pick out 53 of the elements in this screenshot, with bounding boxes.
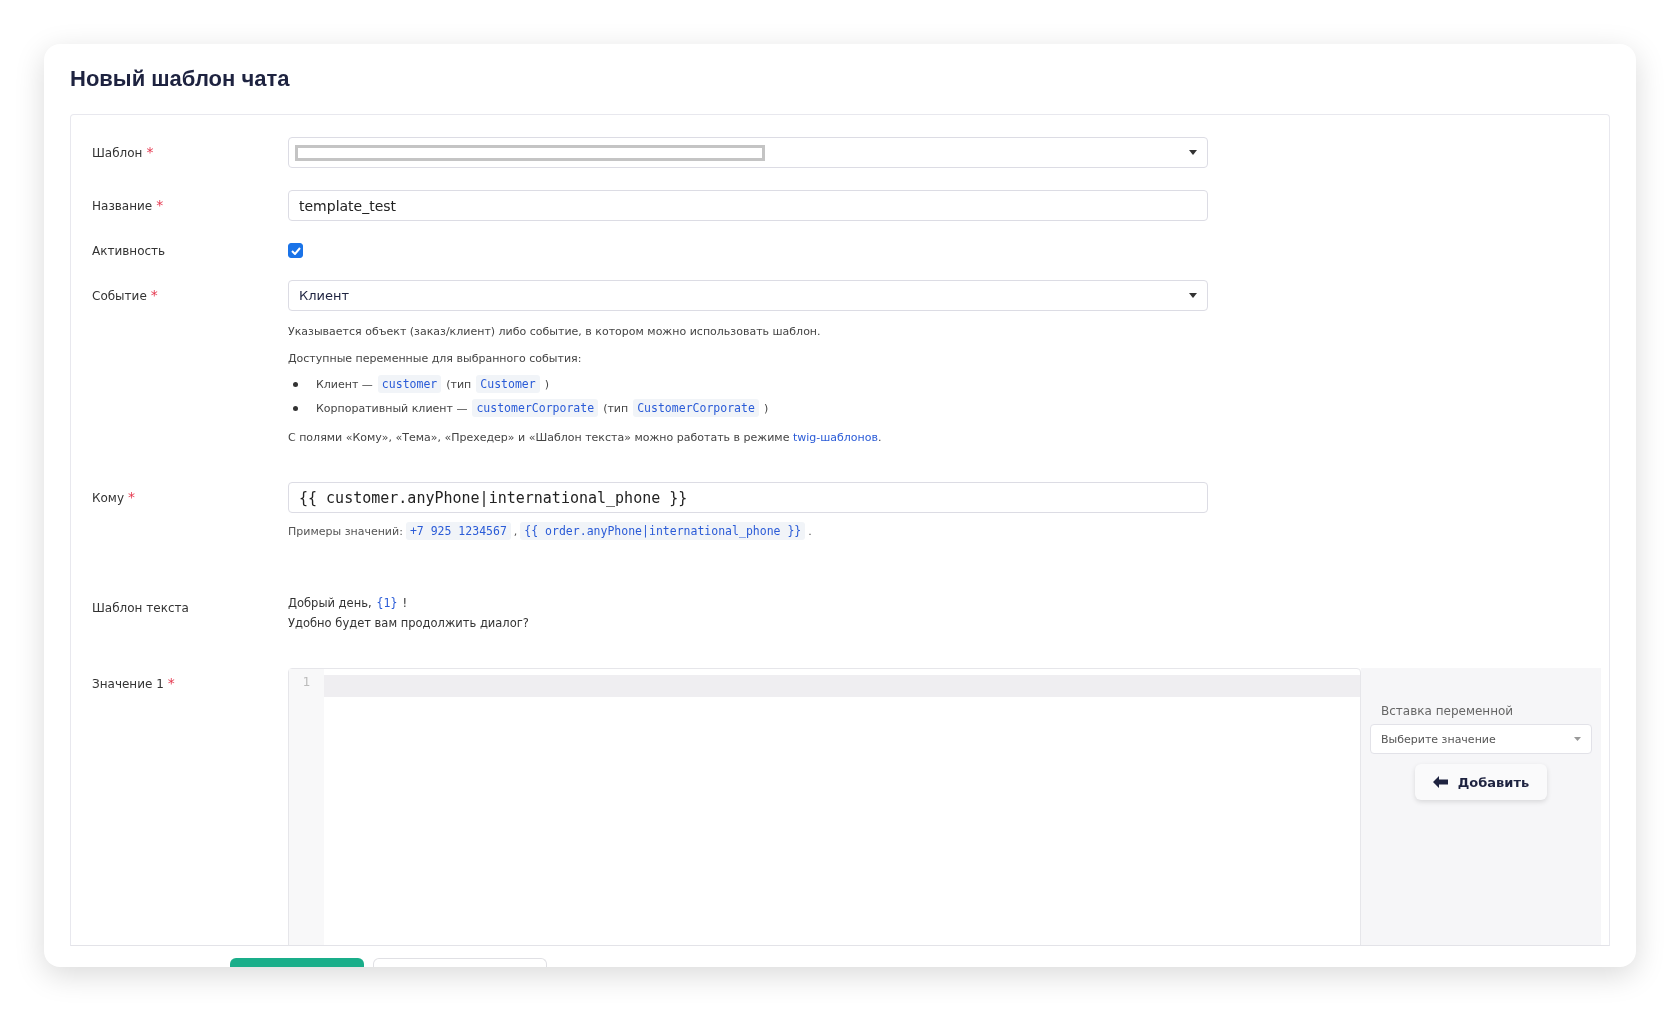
field-label: Шаблон: [92, 145, 143, 160]
variable-code: customer: [377, 375, 442, 393]
example-code: +7 925 1234567: [405, 522, 511, 540]
required-mark: *: [146, 145, 154, 160]
hint-text: Указывается объект (заказ/клиент) либо событие, в котором можно использовать шаблон.: [288, 325, 822, 338]
caret-icon: [1189, 150, 1197, 155]
active-checkbox[interactable]: [288, 243, 303, 258]
variables-heading: Доступные переменные для выбранного события:: [288, 352, 583, 365]
field-label: Шаблон текста: [92, 601, 189, 615]
field-label: Активность: [92, 243, 166, 258]
caret-icon: [1189, 293, 1197, 298]
variable-code: customerCorporate: [472, 399, 599, 417]
examples-label: Примеры значений:: [288, 524, 403, 538]
caret-icon: [1574, 737, 1581, 741]
recipient-field[interactable]: {{ customer.anyPhone|international_phone }}: [288, 482, 1208, 513]
example-code: {{ order.anyPhone|international_phone }}: [520, 522, 806, 540]
line-number: 1: [302, 675, 311, 689]
examples-end: .: [808, 524, 812, 538]
template-text: Удобно будет вам продолжить диалог?: [288, 616, 529, 630]
variable-name: Клиент —: [316, 377, 373, 391]
type-suffix: ): [763, 401, 769, 415]
name-field[interactable]: template_test: [288, 190, 1208, 221]
type-code: Customer: [476, 375, 540, 393]
template-text: !: [402, 596, 407, 610]
page-title: Новый шаблон чата: [70, 66, 291, 92]
required-mark: *: [156, 198, 164, 213]
save-button[interactable]: [230, 958, 364, 967]
separator: ,: [513, 524, 518, 538]
variable-name: Корпоративный клиент —: [316, 401, 468, 415]
required-mark: *: [128, 491, 135, 505]
event-select[interactable]: Клиент: [288, 280, 1208, 311]
required-mark: *: [167, 677, 175, 691]
type-prefix: (тип: [603, 401, 629, 415]
field-label: Значение 1: [92, 677, 164, 691]
template-variable: {1}: [376, 596, 398, 610]
field-label: Название: [92, 198, 153, 213]
field-label: Кому: [92, 491, 124, 505]
twig-link[interactable]: twig-шаблонов: [792, 431, 878, 444]
template-select[interactable]: [288, 137, 1208, 168]
required-mark: *: [150, 289, 158, 303]
type-prefix: (тип: [446, 377, 472, 391]
bullet-icon: [293, 405, 298, 411]
type-suffix: ): [544, 377, 549, 391]
add-button[interactable]: Добавить: [1414, 764, 1548, 800]
arrow-left-icon: [1432, 776, 1448, 788]
type-code: CustomerCorporate: [633, 399, 759, 417]
variable-select[interactable]: Выберите значение: [1370, 724, 1592, 754]
cancel-button[interactable]: [373, 958, 547, 967]
panel-label: Вставка переменной: [1381, 704, 1514, 718]
twig-note: С полями «Кому», «Тема», «Прехедер» и «Шаблон текста» можно работать в режиме twig-шаблонов.: [288, 431, 883, 444]
field-label: Событие: [92, 289, 147, 303]
bullet-icon: [293, 381, 298, 387]
template-text: Добрый день,: [288, 596, 372, 610]
